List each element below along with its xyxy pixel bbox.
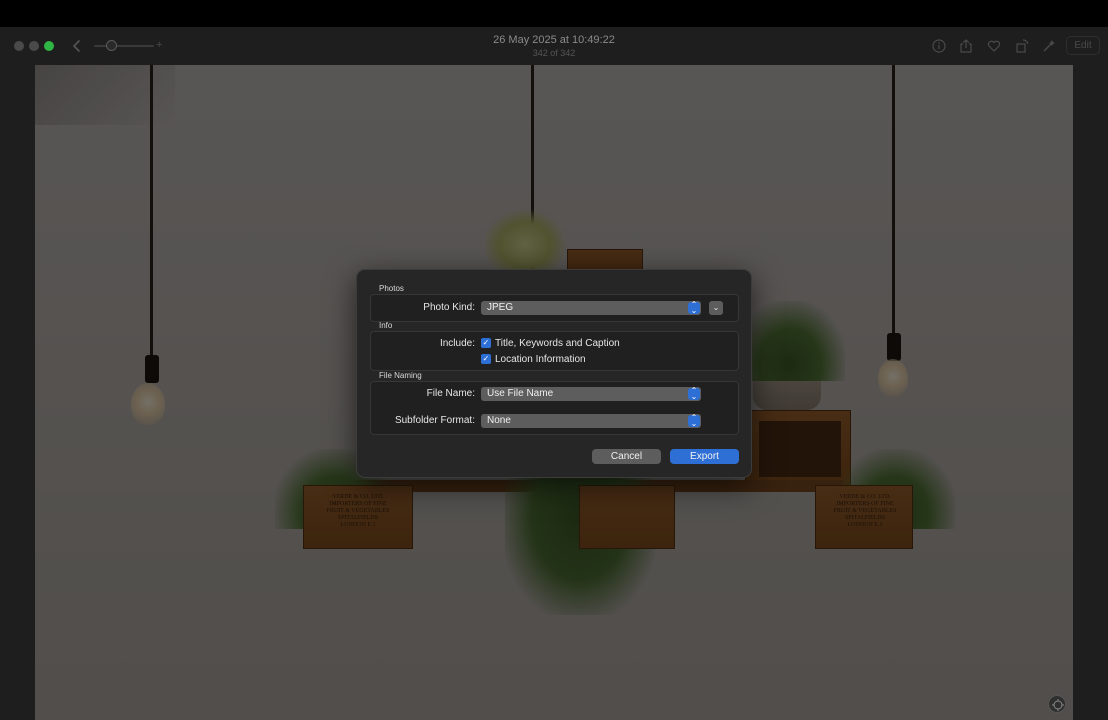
file-naming-group: File Name: Use File Name ⌃ ⌄ Subfolder Fo…	[370, 381, 739, 435]
menu-bar	[0, 0, 1108, 27]
subfolder-format-label: Subfolder Format:	[394, 415, 475, 426]
file-name-label: File Name:	[426, 388, 475, 399]
enhance-icon[interactable]	[1041, 38, 1057, 54]
subfolder-format-value: None	[487, 415, 511, 426]
heart-icon[interactable]	[986, 38, 1002, 54]
checkmark-icon: ✓	[482, 354, 490, 363]
info-icon[interactable]	[931, 38, 947, 54]
cancel-button[interactable]: Cancel	[592, 449, 661, 464]
location-information-label[interactable]: Location Information	[495, 354, 586, 365]
include-label: Include:	[439, 338, 475, 349]
updown-arrows-icon: ⌃ ⌄	[688, 387, 700, 401]
photos-section-title: Photos	[379, 284, 404, 293]
title-keywords-caption-label[interactable]: Title, Keywords and Caption	[495, 338, 620, 349]
updown-arrows-icon: ⌃ ⌄	[688, 301, 700, 315]
rotate-icon[interactable]	[1014, 38, 1030, 54]
updown-arrows-icon: ⌃ ⌄	[688, 414, 700, 428]
file-name-popup[interactable]: Use File Name ⌃ ⌄	[481, 387, 701, 401]
location-information-checkbox[interactable]: ✓	[481, 354, 491, 364]
file-name-value: Use File Name	[487, 388, 554, 399]
more-options-button[interactable]: ⌄	[709, 301, 723, 315]
photos-group: Photo Kind: JPEG ⌃ ⌄ ⌄	[370, 294, 739, 322]
fit-icon	[1052, 699, 1064, 711]
checkmark-icon: ✓	[482, 338, 490, 347]
title-bar: + 26 May 2025 at 10:49:22 342 of 342 Edi…	[0, 27, 1108, 65]
photo-kind-label: Photo Kind:	[423, 302, 475, 313]
subfolder-format-popup[interactable]: None ⌃ ⌄	[481, 414, 701, 428]
info-section-title: Info	[379, 321, 393, 330]
info-group: Include: ✓ Title, Keywords and Caption ✓…	[370, 331, 739, 371]
fit-to-window-button[interactable]	[1048, 695, 1066, 713]
title-keywords-caption-checkbox[interactable]: ✓	[481, 338, 491, 348]
photo-kind-value: JPEG	[487, 302, 514, 313]
photo-kind-popup[interactable]: JPEG ⌃ ⌄	[481, 301, 701, 315]
edit-button[interactable]: Edit	[1066, 36, 1100, 55]
export-dialog: Photos Photo Kind: JPEG ⌃ ⌄ ⌄ Info Includ…	[356, 269, 752, 478]
share-icon[interactable]	[958, 38, 974, 54]
file-naming-section-title: File Naming	[379, 371, 422, 380]
chevron-down-icon: ⌄	[712, 303, 720, 312]
export-button[interactable]: Export	[670, 449, 739, 464]
